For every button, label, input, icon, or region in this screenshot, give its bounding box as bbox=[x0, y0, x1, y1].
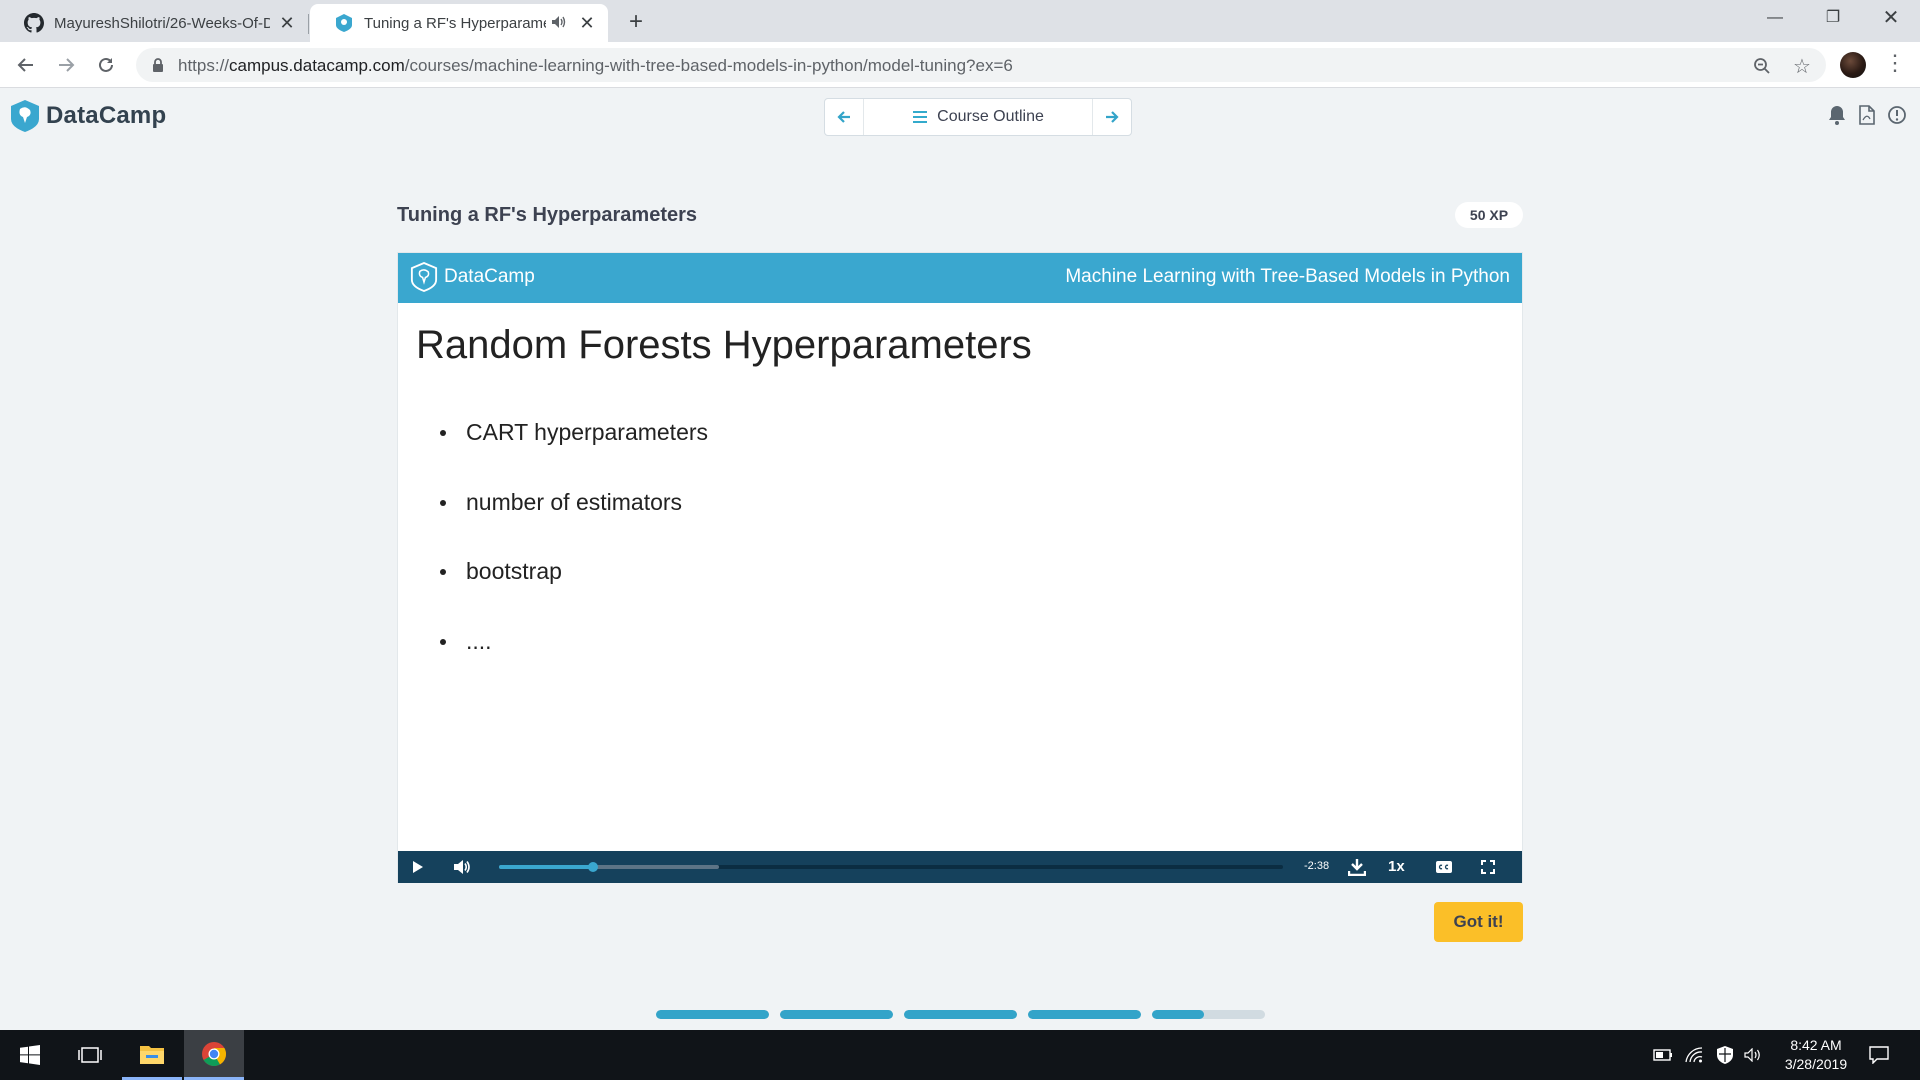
system-clock[interactable]: 8:42 AM 3/28/2019 bbox=[1770, 1036, 1862, 1074]
address-bar[interactable]: https://campus.datacamp.com/courses/mach… bbox=[136, 48, 1826, 82]
slide-brand: DataCamp bbox=[410, 262, 535, 292]
tab-title: Tuning a RF's Hyperparamet bbox=[364, 14, 546, 32]
datacamp-logo-icon bbox=[410, 262, 438, 292]
alert-icon[interactable] bbox=[1886, 104, 1908, 126]
progress-segment bbox=[1028, 1010, 1141, 1019]
menu-icon bbox=[913, 111, 928, 123]
played-bar bbox=[499, 865, 594, 869]
progress-segment-fill bbox=[780, 1010, 893, 1019]
previous-exercise-button[interactable] bbox=[825, 99, 863, 135]
datacamp-logo[interactable]: DataCamp bbox=[10, 100, 166, 132]
file-explorer-icon[interactable] bbox=[122, 1030, 182, 1080]
play-icon[interactable] bbox=[406, 855, 430, 879]
audio-playing-icon[interactable] bbox=[552, 15, 570, 31]
arrow-right-icon bbox=[1106, 111, 1119, 123]
pdf-icon[interactable] bbox=[1856, 104, 1878, 126]
course-outline-label: Course Outline bbox=[937, 108, 1044, 125]
bullet-item: .... bbox=[438, 628, 708, 698]
tab-divider bbox=[308, 14, 309, 34]
bullet-item: CART hyperparameters bbox=[438, 419, 708, 489]
bell-icon[interactable] bbox=[1826, 104, 1848, 126]
close-tab-icon[interactable]: ✕ bbox=[278, 13, 296, 34]
playback-speed-button[interactable]: 1x bbox=[1388, 858, 1405, 875]
datacamp-icon bbox=[334, 13, 354, 33]
url-text: https://campus.datacamp.com/courses/mach… bbox=[178, 56, 1013, 76]
progress-segment-fill bbox=[1028, 1010, 1141, 1019]
course-outline-button[interactable]: Course Outline bbox=[863, 99, 1093, 135]
progress-segment-fill bbox=[904, 1010, 1017, 1019]
slide-title: Random Forests Hyperparameters bbox=[416, 323, 1032, 367]
slide-bullets: CART hyperparameters number of estimator… bbox=[438, 419, 708, 697]
window-close-icon[interactable]: ✕ bbox=[1862, 0, 1920, 36]
scrubber-handle[interactable] bbox=[588, 862, 599, 872]
time-remaining: -2:38 bbox=[1304, 860, 1330, 872]
battery-icon[interactable] bbox=[1652, 1044, 1674, 1066]
close-tab-icon[interactable]: ✕ bbox=[578, 13, 596, 34]
shield-icon[interactable] bbox=[1714, 1044, 1736, 1066]
clock-time: 8:42 AM bbox=[1790, 1037, 1842, 1053]
player-controls: -2:38 1x bbox=[398, 851, 1522, 883]
datacamp-logo-icon bbox=[11, 100, 39, 132]
browser-tab-datacamp[interactable]: Tuning a RF's Hyperparamet ✕ bbox=[310, 4, 608, 42]
bullet-item: bootstrap bbox=[438, 558, 708, 628]
clock-date: 3/28/2019 bbox=[1784, 1056, 1848, 1072]
volume-icon[interactable] bbox=[450, 855, 474, 879]
browser-tab-github[interactable]: MayureshShilotri/26-Weeks-Of-D ✕ bbox=[0, 4, 308, 42]
xp-badge: 50 XP bbox=[1455, 202, 1523, 228]
notification-icon[interactable] bbox=[1868, 1044, 1890, 1066]
course-name: Machine Learning with Tree-Based Models … bbox=[1065, 266, 1510, 287]
progress-segment-fill bbox=[1152, 1010, 1204, 1019]
restore-icon[interactable]: ❐ bbox=[1804, 0, 1862, 36]
arrow-left-icon bbox=[837, 111, 850, 123]
download-icon[interactable] bbox=[1345, 855, 1369, 879]
exercise-progress bbox=[656, 1010, 1265, 1019]
course-outline-nav: Course Outline bbox=[824, 98, 1132, 136]
lock-icon[interactable] bbox=[152, 57, 168, 73]
windows-start-icon[interactable] bbox=[0, 1030, 60, 1080]
video-player[interactable]: DataCamp Machine Learning with Tree-Base… bbox=[397, 252, 1523, 883]
exercise-title: Tuning a RF's Hyperparameters bbox=[397, 204, 698, 226]
captions-icon[interactable] bbox=[1432, 855, 1456, 879]
bullet-item: number of estimators bbox=[438, 489, 708, 559]
browser-toolbar: https://campus.datacamp.com/courses/mach… bbox=[0, 42, 1920, 88]
url-scheme: https:// bbox=[178, 56, 230, 75]
next-exercise-button[interactable] bbox=[1093, 99, 1131, 135]
profile-avatar[interactable] bbox=[1840, 52, 1866, 78]
url-path: /courses/machine-learning-with-tree-base… bbox=[404, 56, 1013, 75]
chrome-icon[interactable] bbox=[184, 1030, 244, 1080]
progress-segment bbox=[780, 1010, 893, 1019]
back-arrow-icon[interactable] bbox=[10, 49, 42, 81]
bookmark-star-icon[interactable]: ☆ bbox=[1790, 54, 1814, 78]
progress-segment-fill bbox=[656, 1010, 769, 1019]
windows-taskbar: 8:42 AM 3/28/2019 bbox=[0, 1030, 1920, 1080]
speaker-icon[interactable] bbox=[1742, 1044, 1764, 1066]
reload-icon[interactable] bbox=[90, 49, 122, 81]
task-view-icon[interactable] bbox=[60, 1030, 120, 1080]
fullscreen-icon[interactable] bbox=[1476, 855, 1500, 879]
forward-arrow-icon[interactable] bbox=[50, 49, 82, 81]
slide-header: DataCamp Machine Learning with Tree-Base… bbox=[398, 253, 1522, 303]
github-icon bbox=[24, 13, 44, 33]
video-scrubber[interactable] bbox=[499, 862, 1283, 872]
tab-title: MayureshShilotri/26-Weeks-Of-D bbox=[54, 14, 270, 32]
new-tab-button[interactable]: + bbox=[622, 8, 650, 36]
browser-tab-strip: MayureshShilotri/26-Weeks-Of-D ✕ Tuning … bbox=[0, 0, 1920, 42]
zoom-icon[interactable] bbox=[1750, 54, 1774, 78]
brand-name: DataCamp bbox=[46, 102, 167, 129]
minimize-icon[interactable]: — bbox=[1746, 0, 1804, 36]
progress-segment bbox=[656, 1010, 769, 1019]
slide-brand-name: DataCamp bbox=[444, 266, 535, 287]
got-it-button[interactable]: Got it! bbox=[1434, 902, 1523, 942]
progress-segment bbox=[904, 1010, 1017, 1019]
browser-menu-icon[interactable]: ⋮ bbox=[1884, 52, 1906, 78]
progress-segment bbox=[1152, 1010, 1265, 1019]
wifi-icon[interactable] bbox=[1683, 1044, 1705, 1066]
header-icons bbox=[1826, 104, 1908, 126]
url-host: campus.datacamp.com bbox=[229, 56, 405, 75]
